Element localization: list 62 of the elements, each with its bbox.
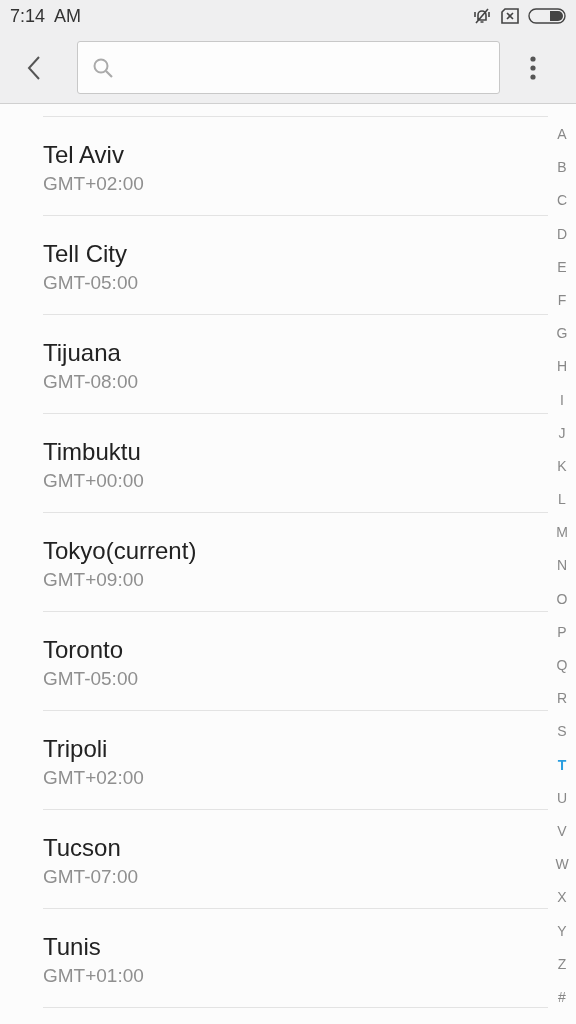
status-time: 7:14 AM bbox=[10, 5, 82, 27]
city-item[interactable]: Tucson GMT-07:00 bbox=[43, 809, 548, 909]
city-item[interactable]: Tunis GMT+01:00 bbox=[43, 908, 548, 1008]
index-letter[interactable]: L bbox=[558, 489, 566, 523]
city-item[interactable]: Tokyo(current) GMT+09:00 bbox=[43, 512, 548, 612]
index-letter[interactable]: E bbox=[557, 256, 567, 290]
gmt-offset: GMT+02:00 bbox=[43, 172, 144, 196]
index-letter[interactable]: O bbox=[556, 588, 568, 622]
city-item[interactable]: Timbuktu GMT+00:00 bbox=[43, 413, 548, 513]
index-letter[interactable]: Z bbox=[557, 953, 567, 987]
city-name: Tijuana bbox=[43, 338, 121, 368]
index-letter[interactable]: K bbox=[557, 455, 567, 490]
index-letter[interactable]: H bbox=[556, 356, 568, 390]
index-letter[interactable]: D bbox=[556, 223, 568, 257]
index-letter[interactable]: # bbox=[558, 986, 566, 1021]
index-letter[interactable]: C bbox=[556, 190, 568, 224]
index-letter[interactable]: P bbox=[557, 621, 567, 655]
city-name: Timbuktu bbox=[43, 437, 141, 467]
search-icon bbox=[92, 56, 114, 79]
gmt-offset: GMT-08:00 bbox=[43, 370, 139, 394]
gmt-offset: GMT+09:00 bbox=[43, 568, 144, 592]
city-name: Tell City bbox=[43, 239, 127, 269]
index-letter[interactable]: R bbox=[556, 688, 568, 722]
more-icon bbox=[529, 55, 537, 80]
index-letter[interactable]: M bbox=[556, 522, 568, 556]
index-letter[interactable]: I bbox=[560, 389, 564, 423]
city-name: Tel Aviv bbox=[43, 140, 124, 170]
index-letter[interactable]: V bbox=[557, 820, 567, 855]
city-item[interactable]: Tripoli GMT+02:00 bbox=[43, 710, 548, 810]
city-name: Tripoli bbox=[43, 734, 108, 764]
city-item[interactable]: Toronto GMT-05:00 bbox=[43, 611, 548, 711]
index-letter[interactable]: N bbox=[556, 555, 568, 589]
city-name: Tokyo(current) bbox=[43, 536, 197, 566]
gmt-offset: GMT+01:00 bbox=[43, 964, 144, 988]
back-icon bbox=[26, 54, 42, 81]
index-letter[interactable]: Y bbox=[557, 920, 567, 954]
gmt-offset: GMT+00:00 bbox=[43, 469, 144, 493]
index-letter[interactable]: F bbox=[557, 289, 567, 324]
index-letter[interactable]: J bbox=[558, 422, 566, 456]
index-letter[interactable]: X bbox=[557, 887, 567, 921]
gmt-offset: GMT-07:00 bbox=[43, 865, 139, 889]
city-item[interactable]: Tijuana GMT-08:00 bbox=[43, 314, 548, 414]
search-field[interactable] bbox=[77, 41, 500, 94]
index-letter[interactable]: T bbox=[557, 754, 567, 788]
index-letter[interactable]: A bbox=[557, 124, 567, 158]
city-name: Tucson bbox=[43, 833, 121, 863]
gmt-offset: GMT+02:00 bbox=[43, 766, 144, 790]
city-item[interactable]: Tel Aviv GMT+02:00 bbox=[43, 116, 548, 216]
index-letter[interactable]: S bbox=[557, 721, 567, 755]
city-name: Tunis bbox=[43, 932, 101, 962]
gmt-offset: GMT-05:00 bbox=[43, 667, 139, 691]
gmt-offset: GMT-05:00 bbox=[43, 271, 139, 295]
index-letter[interactable]: W bbox=[555, 854, 569, 888]
index-letter[interactable]: Q bbox=[556, 655, 568, 689]
battery-icon bbox=[528, 8, 566, 24]
muted-bell-icon bbox=[472, 7, 492, 25]
index-letter[interactable]: B bbox=[557, 157, 567, 191]
no-sim-icon bbox=[500, 8, 520, 24]
index-letter[interactable]: G bbox=[556, 323, 568, 357]
city-item[interactable]: Tell City GMT-05:00 bbox=[43, 215, 548, 315]
index-letter[interactable]: U bbox=[556, 787, 568, 821]
city-name: Toronto bbox=[43, 635, 124, 665]
